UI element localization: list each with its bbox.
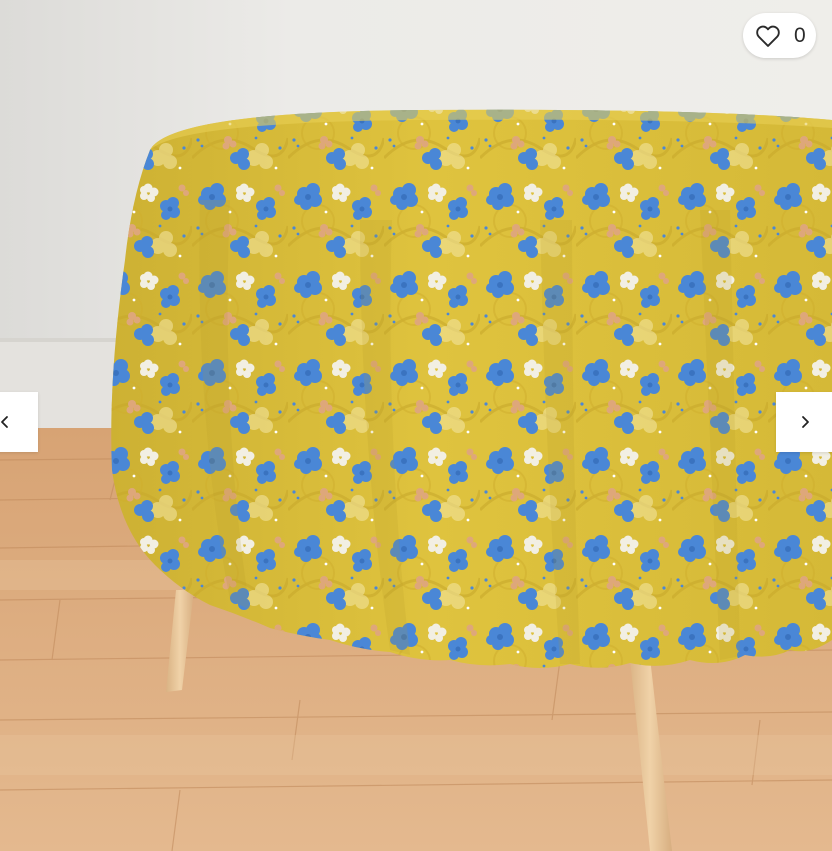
previous-image-button[interactable]	[0, 392, 38, 452]
chevron-right-icon	[802, 416, 809, 428]
next-image-button[interactable]	[776, 392, 832, 452]
favorite-button[interactable]: 0	[743, 13, 816, 58]
product-photo	[0, 0, 832, 851]
heart-outline-icon	[756, 25, 780, 47]
favorite-count: 0	[794, 24, 806, 47]
chevron-left-icon	[1, 416, 8, 428]
